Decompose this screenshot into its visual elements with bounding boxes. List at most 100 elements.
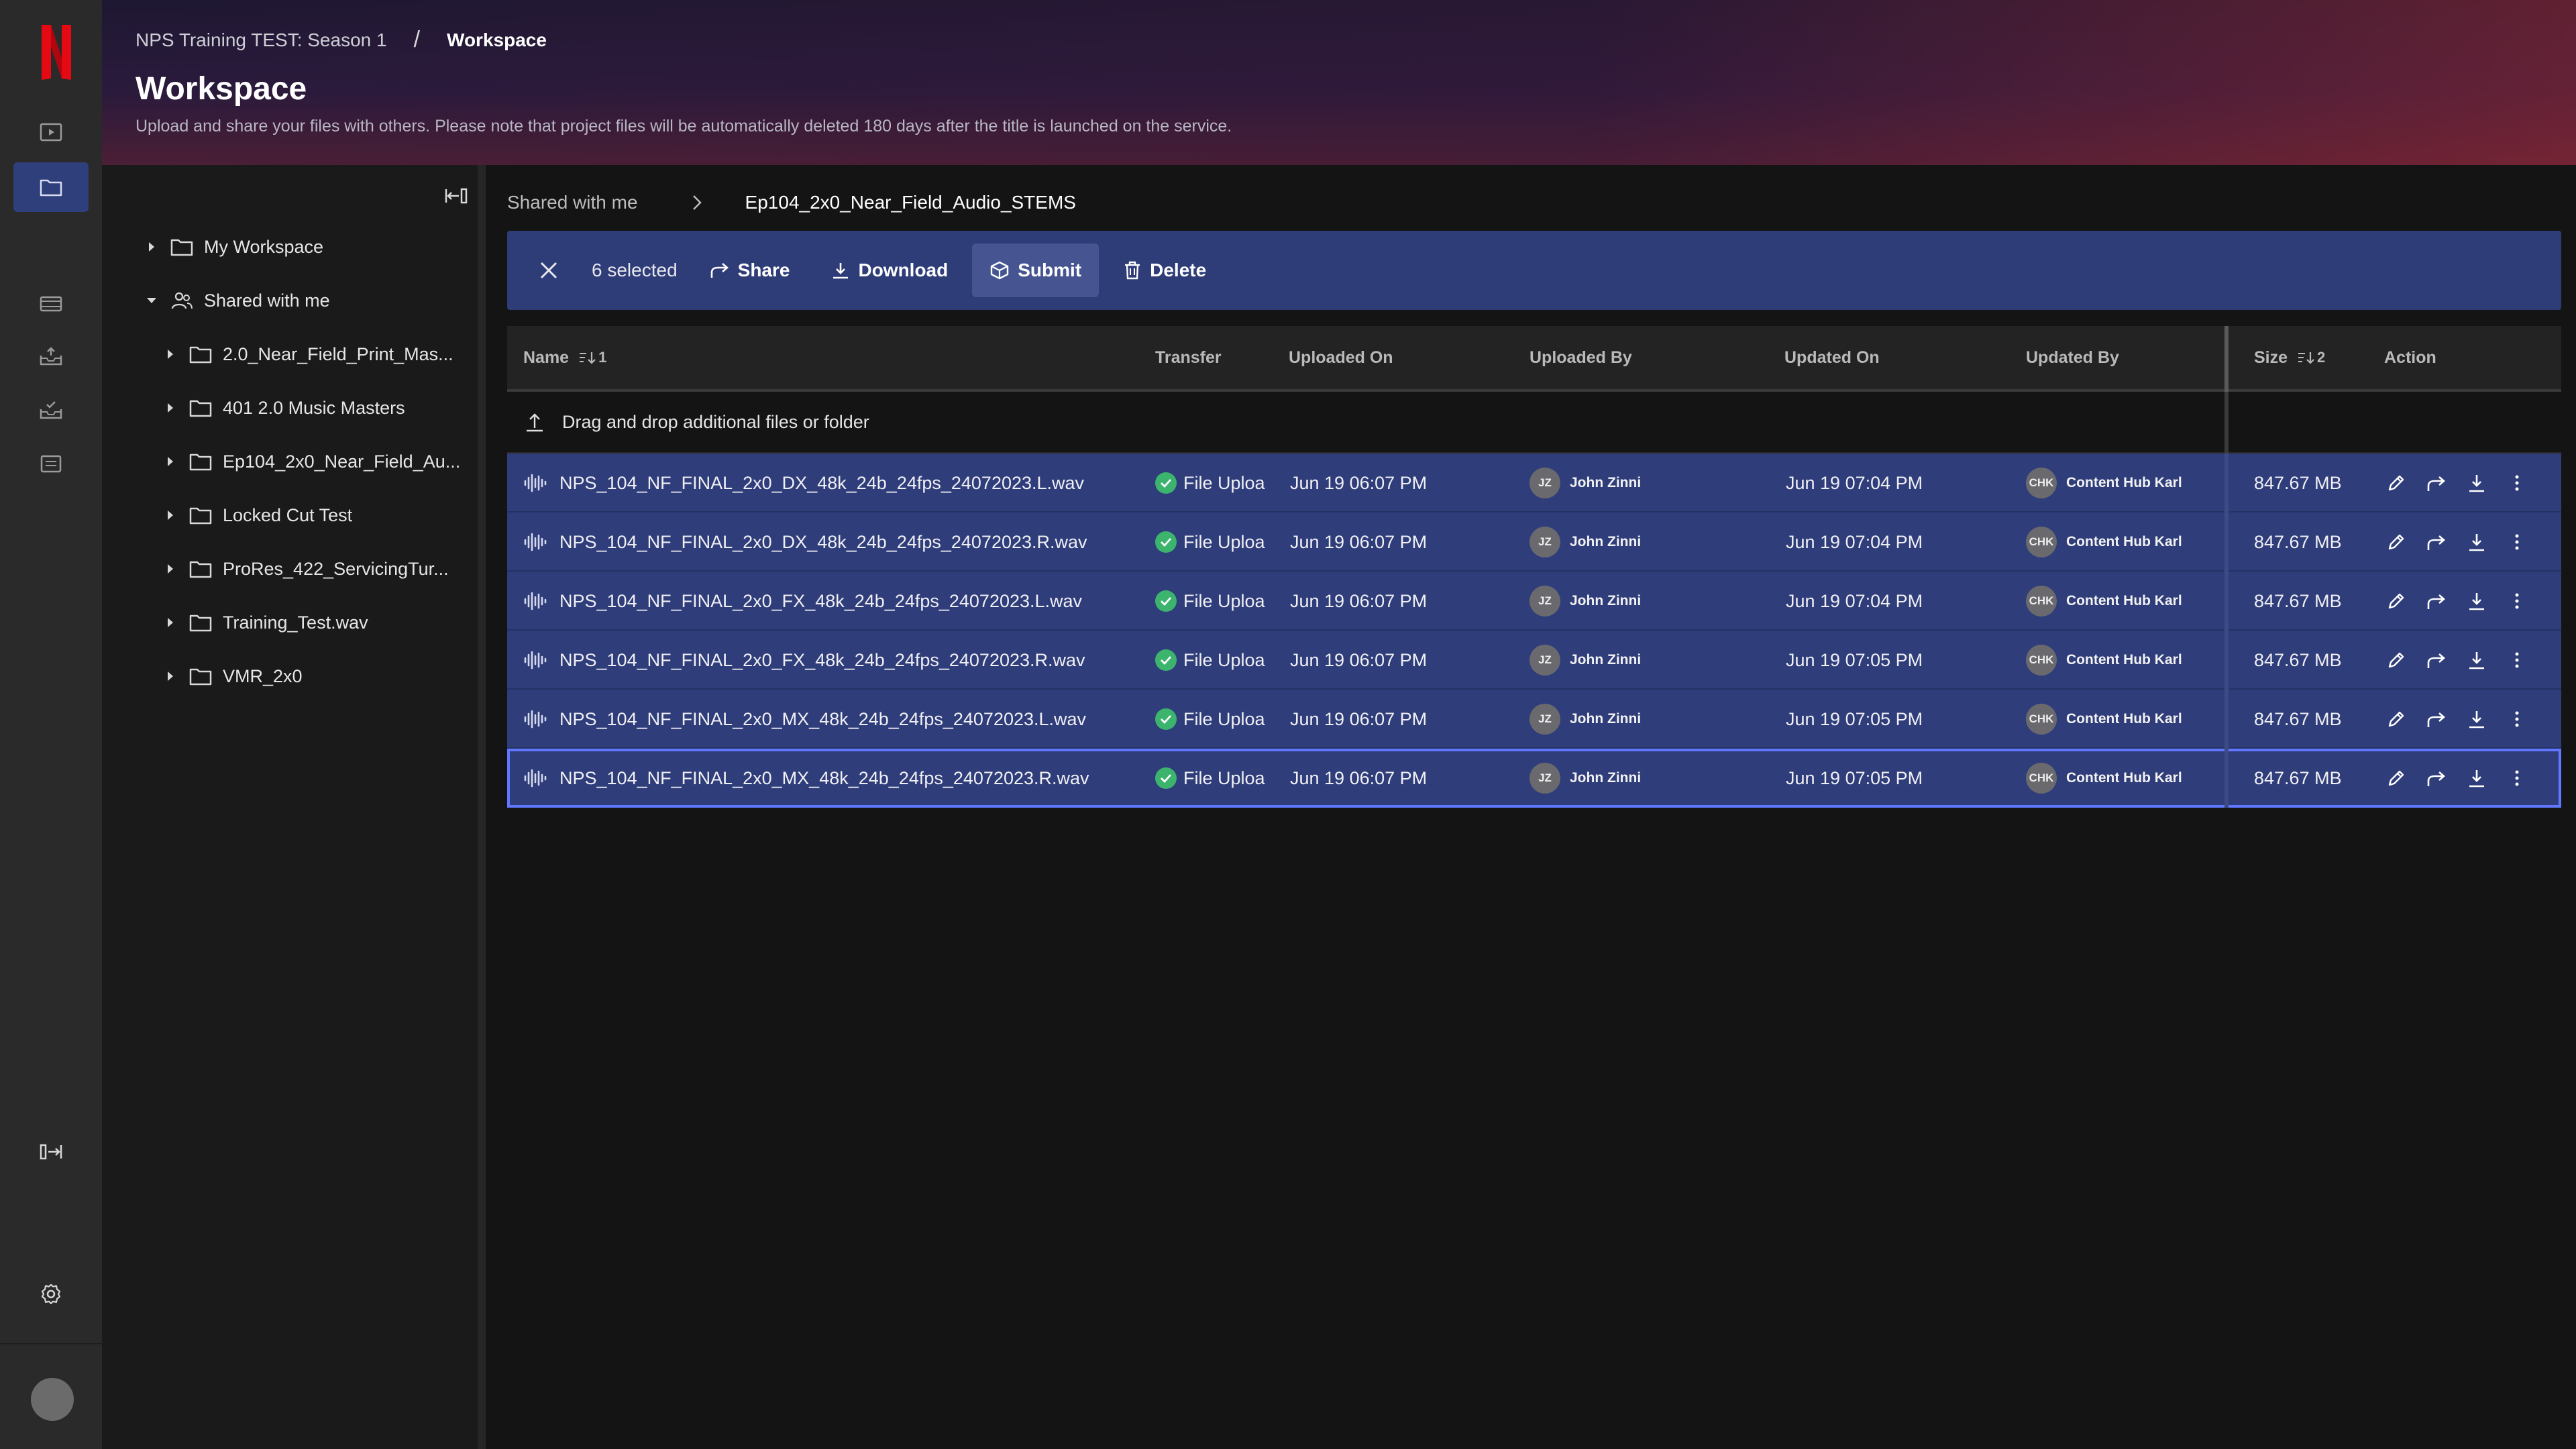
rail-inbox-button[interactable] [13, 331, 89, 381]
share-arrow-icon[interactable] [2416, 474, 2457, 492]
transfer-status-cell: File Uploa [1155, 572, 1276, 631]
transfer-status-cell: File Uploa [1155, 749, 1276, 808]
edit-pencil-icon[interactable] [2376, 472, 2416, 494]
tree-item-folder[interactable]: Locked Cut Test [162, 498, 352, 532]
table-row[interactable]: NPS_104_NF_FINAL_2x0_MX_48k_24b_24fps_24… [507, 749, 2561, 808]
column-header-updated-by[interactable]: Updated By [2026, 326, 2119, 389]
caret-right-icon[interactable] [162, 509, 178, 521]
tree-item-folder[interactable]: Training_Test.wav [162, 606, 368, 639]
column-divider [2224, 513, 2229, 572]
caret-right-icon[interactable] [162, 563, 178, 575]
uploaded-by-cell: JZ John Zinni [1529, 631, 1641, 690]
column-header-updated-on[interactable]: Updated On [1784, 326, 1880, 389]
rail-workspace-button[interactable] [13, 162, 89, 212]
table-row[interactable]: NPS_104_NF_FINAL_2x0_FX_48k_24b_24fps_24… [507, 572, 2561, 631]
table-row[interactable]: NPS_104_NF_FINAL_2x0_DX_48k_24b_24fps_24… [507, 513, 2561, 572]
rail-tasks-button[interactable] [13, 439, 89, 488]
netflix-logo-icon[interactable] [39, 25, 74, 80]
more-vertical-icon[interactable] [2497, 474, 2537, 492]
avatar: JZ [1529, 468, 1560, 498]
table-row[interactable]: NPS_104_NF_FINAL_2x0_MX_48k_24b_24fps_24… [507, 690, 2561, 749]
table-row[interactable]: NPS_104_NF_FINAL_2x0_FX_48k_24b_24fps_24… [507, 631, 2561, 690]
sort-desc-icon[interactable]: 2 [2297, 349, 2325, 366]
more-vertical-icon[interactable] [2497, 592, 2537, 610]
file-name: NPS_104_NF_FINAL_2x0_FX_48k_24b_24fps_24… [559, 649, 1085, 670]
edit-pencil-icon[interactable] [2376, 590, 2416, 612]
breadcrumb-shared-with-me[interactable]: Shared with me [507, 192, 638, 213]
download-icon[interactable] [2457, 650, 2497, 670]
rail-deliveries-button[interactable] [13, 385, 89, 435]
share-arrow-icon[interactable] [2416, 710, 2457, 729]
page-title: Workspace [136, 71, 307, 107]
edit-pencil-icon[interactable] [2376, 649, 2416, 671]
uploaded-by-cell: JZ John Zinni [1529, 572, 1641, 631]
uploaded-on-cell: Jun 19 06:07 PM [1290, 531, 1428, 552]
column-header-uploaded-on[interactable]: Uploaded On [1289, 326, 1393, 389]
user-avatar[interactable] [31, 1378, 74, 1421]
edit-pencil-icon[interactable] [2376, 767, 2416, 789]
more-vertical-icon[interactable] [2497, 710, 2537, 729]
clear-selection-button[interactable] [531, 253, 566, 288]
column-divider [2224, 572, 2229, 631]
avatar: JZ [1529, 527, 1560, 557]
column-header-transfer[interactable]: Transfer [1155, 326, 1222, 389]
share-arrow-icon[interactable] [2416, 592, 2457, 610]
download-icon[interactable] [2457, 473, 2497, 493]
tree-item-my-workspace[interactable]: My Workspace [144, 230, 323, 264]
tree-item-folder[interactable]: 401 2.0 Music Masters [162, 391, 405, 425]
caret-right-icon[interactable] [144, 241, 160, 253]
more-vertical-icon[interactable] [2497, 769, 2537, 788]
settings-button[interactable] [13, 1269, 89, 1319]
column-header-uploaded-by[interactable]: Uploaded By [1529, 326, 1632, 389]
caret-right-icon[interactable] [162, 455, 178, 468]
uploaded-on-cell: Jun 19 06:07 PM [1290, 649, 1428, 670]
file-name-cell[interactable]: NPS_104_NF_FINAL_2x0_MX_48k_24b_24fps_24… [523, 749, 1089, 808]
share-arrow-icon[interactable] [2416, 533, 2457, 551]
caret-right-icon[interactable] [162, 348, 178, 360]
tree-item-folder[interactable]: ProRes_422_ServicingTur... [162, 552, 449, 586]
expand-rail-button[interactable] [13, 1127, 89, 1177]
uploader-name: John Zinni [1570, 652, 1642, 667]
share-arrow-icon[interactable] [2416, 651, 2457, 669]
edit-pencil-icon[interactable] [2376, 708, 2416, 730]
caret-right-icon[interactable] [162, 616, 178, 629]
tree-resize-handle[interactable] [478, 165, 486, 1449]
column-header-size[interactable]: Size 2 [2254, 326, 2325, 389]
column-header-name[interactable]: Name 1 [523, 326, 606, 389]
folder-icon [189, 613, 212, 632]
breadcrumb-separator: / [413, 27, 421, 52]
download-button[interactable]: Download [814, 244, 965, 297]
breadcrumb-project[interactable]: NPS Training TEST: Season 1 [136, 30, 387, 51]
rail-media-button[interactable] [13, 107, 89, 157]
tree-item-folder[interactable]: 2.0_Near_Field_Print_Mas... [162, 337, 453, 371]
drop-zone-row[interactable]: Drag and drop additional files or folder [507, 392, 2561, 453]
more-vertical-icon[interactable] [2497, 651, 2537, 669]
caret-down-icon[interactable] [144, 296, 160, 305]
table-row[interactable]: NPS_104_NF_FINAL_2x0_DX_48k_24b_24fps_24… [507, 453, 2561, 513]
caret-right-icon[interactable] [162, 402, 178, 414]
download-icon[interactable] [2457, 768, 2497, 788]
file-name-cell[interactable]: NPS_104_NF_FINAL_2x0_MX_48k_24b_24fps_24… [523, 690, 1086, 749]
transfer-status-cell: File Uploa [1155, 453, 1276, 513]
column-resize-handle[interactable] [2224, 326, 2229, 392]
sort-desc-icon[interactable]: 1 [578, 349, 606, 366]
rail-film-button[interactable] [13, 279, 89, 329]
file-name-cell[interactable]: NPS_104_NF_FINAL_2x0_FX_48k_24b_24fps_24… [523, 572, 1082, 631]
collapse-tree-button[interactable] [441, 181, 471, 211]
download-icon[interactable] [2457, 709, 2497, 729]
tree-item-folder[interactable]: Ep104_2x0_Near_Field_Au... [162, 445, 460, 478]
submit-button[interactable]: Submit [972, 244, 1099, 297]
file-name-cell[interactable]: NPS_104_NF_FINAL_2x0_DX_48k_24b_24fps_24… [523, 513, 1087, 572]
file-name-cell[interactable]: NPS_104_NF_FINAL_2x0_FX_48k_24b_24fps_24… [523, 631, 1085, 690]
share-arrow-icon[interactable] [2416, 769, 2457, 788]
tree-item-folder[interactable]: VMR_2x0 [162, 659, 303, 693]
caret-right-icon[interactable] [162, 670, 178, 682]
delete-button[interactable]: Delete [1106, 244, 1224, 297]
file-name-cell[interactable]: NPS_104_NF_FINAL_2x0_DX_48k_24b_24fps_24… [523, 453, 1084, 513]
edit-pencil-icon[interactable] [2376, 531, 2416, 553]
download-icon[interactable] [2457, 532, 2497, 552]
tree-item-shared-with-me[interactable]: Shared with me [144, 284, 330, 317]
download-icon[interactable] [2457, 591, 2497, 611]
more-vertical-icon[interactable] [2497, 533, 2537, 551]
share-button[interactable]: Share [692, 244, 808, 297]
